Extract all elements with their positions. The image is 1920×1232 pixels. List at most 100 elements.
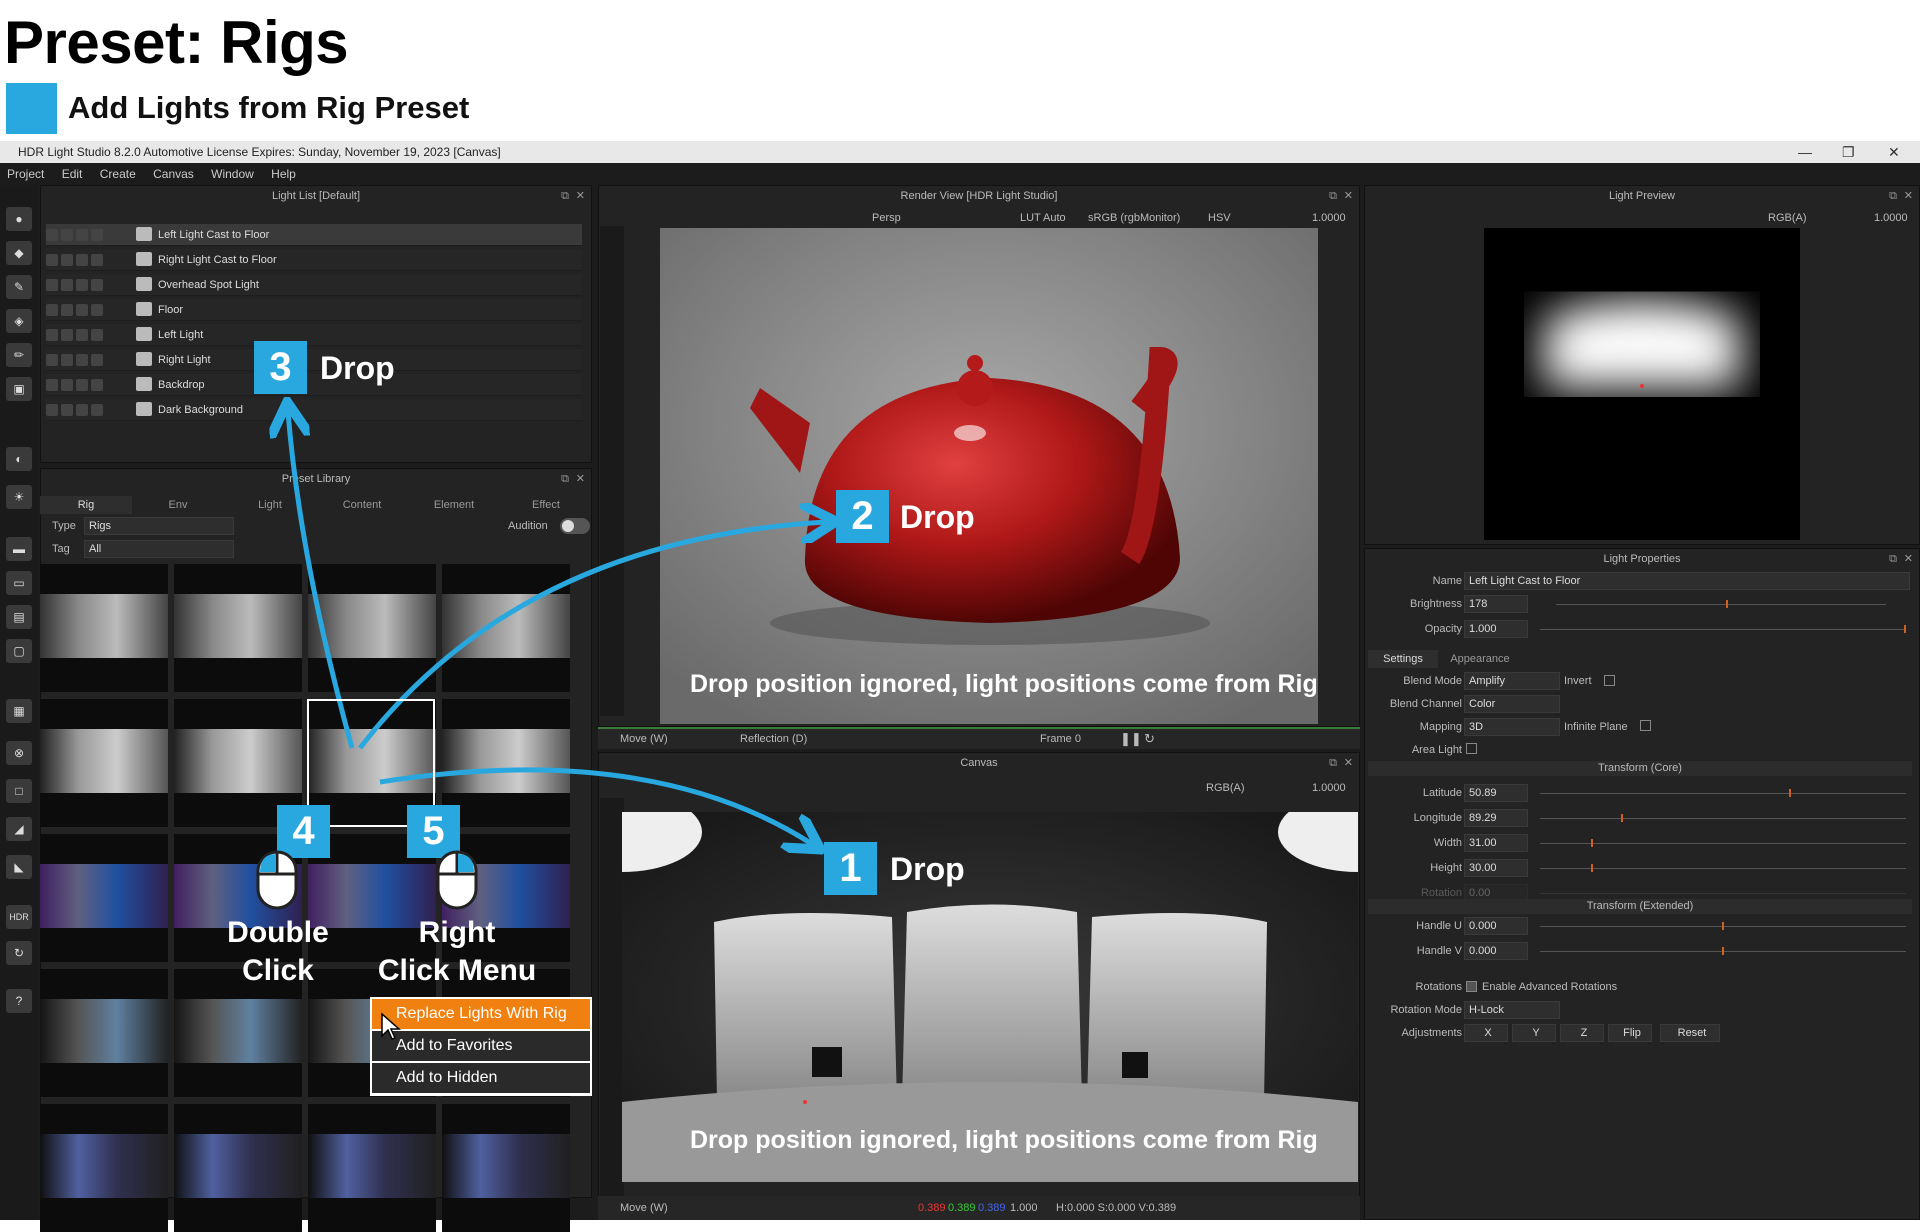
camera-select[interactable]: Persp [872, 212, 901, 224]
rotation-slider[interactable] [1540, 893, 1906, 894]
menu-create[interactable]: Create [100, 167, 136, 181]
menu-help[interactable]: Help [271, 167, 296, 181]
preview-channel-select[interactable]: RGB(A) [1768, 212, 1807, 224]
brightness-slider[interactable] [1556, 604, 1886, 605]
render-close-icon[interactable]: ✕ [1344, 186, 1353, 206]
rig-preset-thumbnail[interactable] [40, 834, 168, 962]
mode-select[interactable]: HSV [1208, 212, 1231, 224]
transform-ext-header[interactable]: Transform (Extended) [1368, 899, 1912, 914]
select-icon[interactable] [91, 404, 103, 416]
preview-float-icon[interactable]: ⧉ [1889, 186, 1897, 206]
flip-button[interactable]: Flip [1608, 1024, 1652, 1042]
preset-float-icon[interactable]: ⧉ [561, 469, 569, 489]
menu-window[interactable]: Window [211, 167, 254, 181]
visibility-icon[interactable] [46, 254, 58, 266]
width-handle[interactable] [1591, 839, 1594, 847]
visibility-icon[interactable] [46, 329, 58, 341]
minimize-button[interactable]: — [1798, 141, 1812, 163]
fill-tool-icon[interactable]: ◈ [6, 309, 32, 333]
canvas-exposure[interactable]: 1.0000 [1312, 782, 1346, 794]
height-field[interactable]: 30.00 [1464, 859, 1528, 877]
visibility-icon[interactable] [46, 354, 58, 366]
props-close-icon[interactable]: ✕ [1904, 549, 1913, 569]
rig-preset-thumbnail[interactable] [174, 1104, 302, 1232]
canvas-close-icon[interactable]: ✕ [1344, 753, 1353, 773]
light-list-float-icon[interactable]: ⧉ [561, 186, 569, 206]
tag-select[interactable]: All [84, 540, 234, 558]
transform-core-header[interactable]: Transform (Core) [1368, 761, 1912, 776]
select-icon[interactable] [91, 229, 103, 241]
lock-icon[interactable] [76, 304, 88, 316]
light-list-item[interactable]: Overhead Spot Light [46, 274, 582, 296]
menu-add-favorites[interactable]: Add to Favorites [372, 1031, 590, 1061]
name-field[interactable]: Left Light Cast to Floor [1464, 572, 1910, 590]
panel-tool-icon[interactable]: ▤ [6, 605, 32, 629]
grid-tool-icon[interactable]: ▣ [6, 377, 32, 401]
blend-channel-select[interactable]: Color [1464, 695, 1560, 713]
help-icon[interactable]: ? [6, 989, 32, 1013]
handle_u-field[interactable]: 0.000 [1464, 917, 1528, 935]
lock-icon[interactable] [76, 379, 88, 391]
square-tool-icon[interactable]: □ [6, 779, 32, 803]
close-button[interactable]: ✕ [1888, 141, 1900, 163]
tab-element[interactable]: Element [408, 496, 500, 514]
opacity-handle[interactable] [1904, 625, 1906, 633]
height-slider[interactable] [1540, 868, 1906, 869]
opacity-slider[interactable] [1540, 629, 1906, 630]
spot-tool-icon[interactable]: ◐ [6, 447, 32, 471]
select-icon[interactable] [91, 254, 103, 266]
solo-icon[interactable] [61, 379, 73, 391]
rig-preset-thumbnail[interactable] [442, 699, 570, 827]
softbox-tool-icon[interactable]: ▬ [6, 537, 32, 561]
latitude-field[interactable]: 50.89 [1464, 784, 1528, 802]
tab-appearance[interactable]: Appearance [1440, 650, 1520, 668]
visibility-icon[interactable] [46, 279, 58, 291]
light-list-item[interactable]: Backdrop [46, 374, 582, 396]
adj-z-button[interactable]: Z [1560, 1024, 1604, 1042]
longitude-slider[interactable] [1540, 818, 1906, 819]
eraser-tool-icon[interactable]: ◆ [6, 241, 32, 265]
audition-toggle[interactable] [560, 518, 590, 534]
light-list-item[interactable]: Right Light [46, 349, 582, 371]
tab-content[interactable]: Content [316, 496, 408, 514]
infinite-plane-checkbox[interactable] [1640, 720, 1651, 731]
canvas-move-select[interactable]: Move (W) [620, 1202, 668, 1214]
rig-preset-thumbnail[interactable] [40, 969, 168, 1097]
solo-icon[interactable] [61, 229, 73, 241]
tab-effect[interactable]: Effect [500, 496, 592, 514]
brightness-field[interactable]: 178 [1464, 595, 1528, 613]
select-icon[interactable] [91, 279, 103, 291]
refresh-icon[interactable]: ↻ [1144, 731, 1155, 747]
preview-exposure[interactable]: 1.0000 [1874, 212, 1908, 224]
solo-icon[interactable] [61, 404, 73, 416]
lock-icon[interactable] [76, 354, 88, 366]
lock-icon[interactable] [76, 254, 88, 266]
preset-close-icon[interactable]: ✕ [576, 469, 585, 489]
colorspace-select[interactable]: sRGB (rgbMonitor) [1088, 212, 1180, 224]
opacity-field[interactable]: 1.000 [1464, 620, 1528, 638]
rig-preset-thumbnail[interactable] [442, 1104, 570, 1232]
pen-tool-icon[interactable]: ✎ [6, 275, 32, 299]
film-tool-icon[interactable]: ▦ [6, 699, 32, 723]
render-exposure[interactable]: 1.0000 [1312, 212, 1346, 224]
rig-preset-thumbnail[interactable] [40, 564, 168, 692]
lock-icon[interactable] [76, 229, 88, 241]
visibility-icon[interactable] [46, 404, 58, 416]
tab-rig[interactable]: Rig [40, 496, 132, 514]
hdr-cycle-icon[interactable]: ↻ [6, 941, 32, 965]
tab-env[interactable]: Env [132, 496, 224, 514]
rig-preset-thumbnail[interactable] [40, 1104, 168, 1232]
cone-tool-icon[interactable]: ◢ [6, 817, 32, 841]
lock-icon[interactable] [76, 404, 88, 416]
reflection-select[interactable]: Reflection (D) [740, 733, 807, 745]
solo-icon[interactable] [61, 279, 73, 291]
select-icon[interactable] [91, 379, 103, 391]
menu-project[interactable]: Project [7, 167, 44, 181]
light-list-item[interactable]: Right Light Cast to Floor [46, 249, 582, 271]
rig-preset-thumbnail[interactable] [174, 564, 302, 692]
visibility-icon[interactable] [46, 379, 58, 391]
visibility-icon[interactable] [46, 229, 58, 241]
select-icon[interactable] [91, 329, 103, 341]
preview-close-icon[interactable]: ✕ [1904, 186, 1913, 206]
menu-replace-lights[interactable]: Replace Lights With Rig [372, 999, 590, 1029]
